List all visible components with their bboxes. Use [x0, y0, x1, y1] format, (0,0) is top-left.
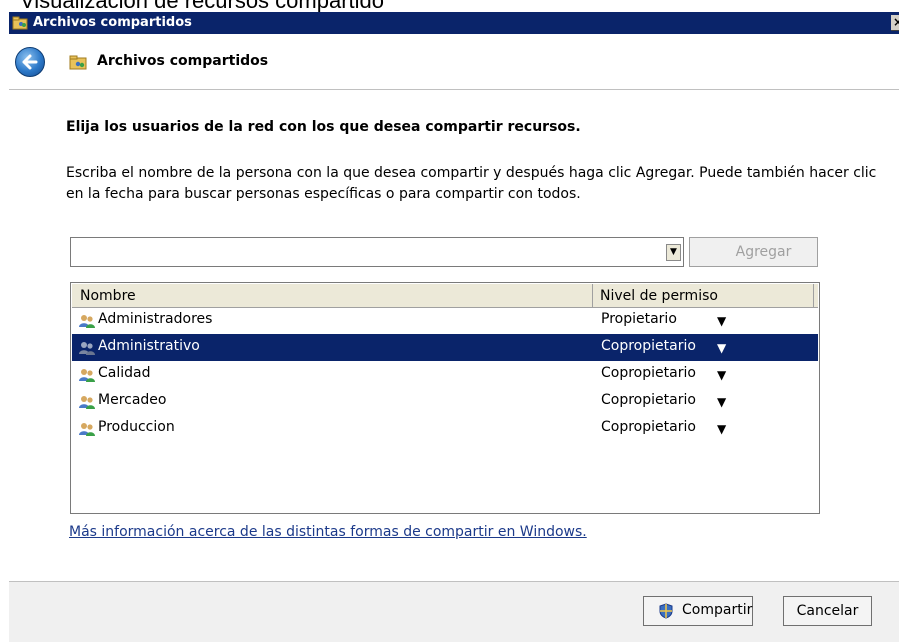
list-row[interactable]: Produccion Copropietario ▼: [72, 415, 818, 442]
user-name-combobox[interactable]: ▼: [70, 237, 684, 267]
list-row[interactable]: Calidad Copropietario ▼: [72, 361, 818, 388]
dropdown-arrow-icon[interactable]: ▼: [717, 368, 726, 382]
nav-title: Archivos compartidos: [97, 53, 269, 69]
users-list[interactable]: Nombre Nivel de permiso Administradores P…: [70, 282, 820, 514]
row-permission[interactable]: Copropietario: [601, 392, 696, 408]
share-button-label: Compartir: [682, 602, 753, 618]
row-permission[interactable]: Copropietario: [601, 338, 696, 354]
window-titlebar[interactable]: Archivos compartidos ×: [9, 12, 899, 34]
column-separator[interactable]: [592, 284, 593, 307]
window-title: Archivos compartidos: [33, 15, 192, 30]
uac-shield-icon: [658, 603, 674, 623]
share-button[interactable]: Compartir: [643, 596, 753, 626]
row-name: Produccion: [98, 419, 175, 435]
row-permission[interactable]: Propietario: [601, 311, 677, 327]
row-permission[interactable]: Copropietario: [601, 419, 696, 435]
dialog-footer: Compartir Cancelar: [9, 581, 899, 642]
shared-folder-icon: [69, 54, 87, 74]
list-row[interactable]: Mercadeo Copropietario ▼: [72, 388, 818, 415]
row-name: Calidad: [98, 365, 151, 381]
back-arrow-icon: [22, 54, 38, 70]
instructions-text: Escriba el nombre de la persona con la q…: [66, 165, 877, 202]
close-button[interactable]: ×: [891, 15, 899, 31]
dropdown-arrow-icon[interactable]: ▼: [717, 422, 726, 436]
row-name: Mercadeo: [98, 392, 167, 408]
navigation-bar: Archivos compartidos: [9, 34, 899, 90]
column-header-permission[interactable]: Nivel de permiso: [600, 288, 718, 304]
group-users-icon: [78, 421, 96, 441]
group-users-icon: [78, 394, 96, 414]
group-users-icon: [78, 313, 96, 333]
row-name: Administradores: [98, 311, 213, 327]
chevron-down-icon[interactable]: ▼: [666, 244, 681, 261]
dropdown-arrow-icon[interactable]: ▼: [717, 341, 726, 355]
column-separator[interactable]: [813, 284, 814, 307]
list-row[interactable]: Administrativo Copropietario ▼: [72, 334, 818, 361]
main-content: Elija los usuarios de la red con los que…: [9, 90, 899, 580]
list-header: Nombre Nivel de permiso: [72, 284, 818, 308]
row-name: Administrativo: [98, 338, 200, 354]
group-users-icon: [78, 340, 96, 360]
page-heading: Elija los usuarios de la red con los que…: [66, 119, 581, 135]
row-permission[interactable]: Copropietario: [601, 365, 696, 381]
column-header-name[interactable]: Nombre: [80, 288, 136, 304]
list-row[interactable]: Administradores Propietario ▼: [72, 307, 818, 334]
back-button[interactable]: [15, 47, 45, 77]
shared-folder-icon: [12, 15, 28, 35]
dropdown-arrow-icon[interactable]: ▼: [717, 395, 726, 409]
dropdown-arrow-icon[interactable]: ▼: [717, 314, 726, 328]
caption-above: Visualización de recursos compartido: [20, 0, 384, 13]
more-info-link[interactable]: Más información acerca de las distintas …: [69, 524, 587, 540]
cancel-button[interactable]: Cancelar: [783, 596, 872, 626]
group-users-icon: [78, 367, 96, 387]
add-button[interactable]: Agregar: [689, 237, 818, 267]
